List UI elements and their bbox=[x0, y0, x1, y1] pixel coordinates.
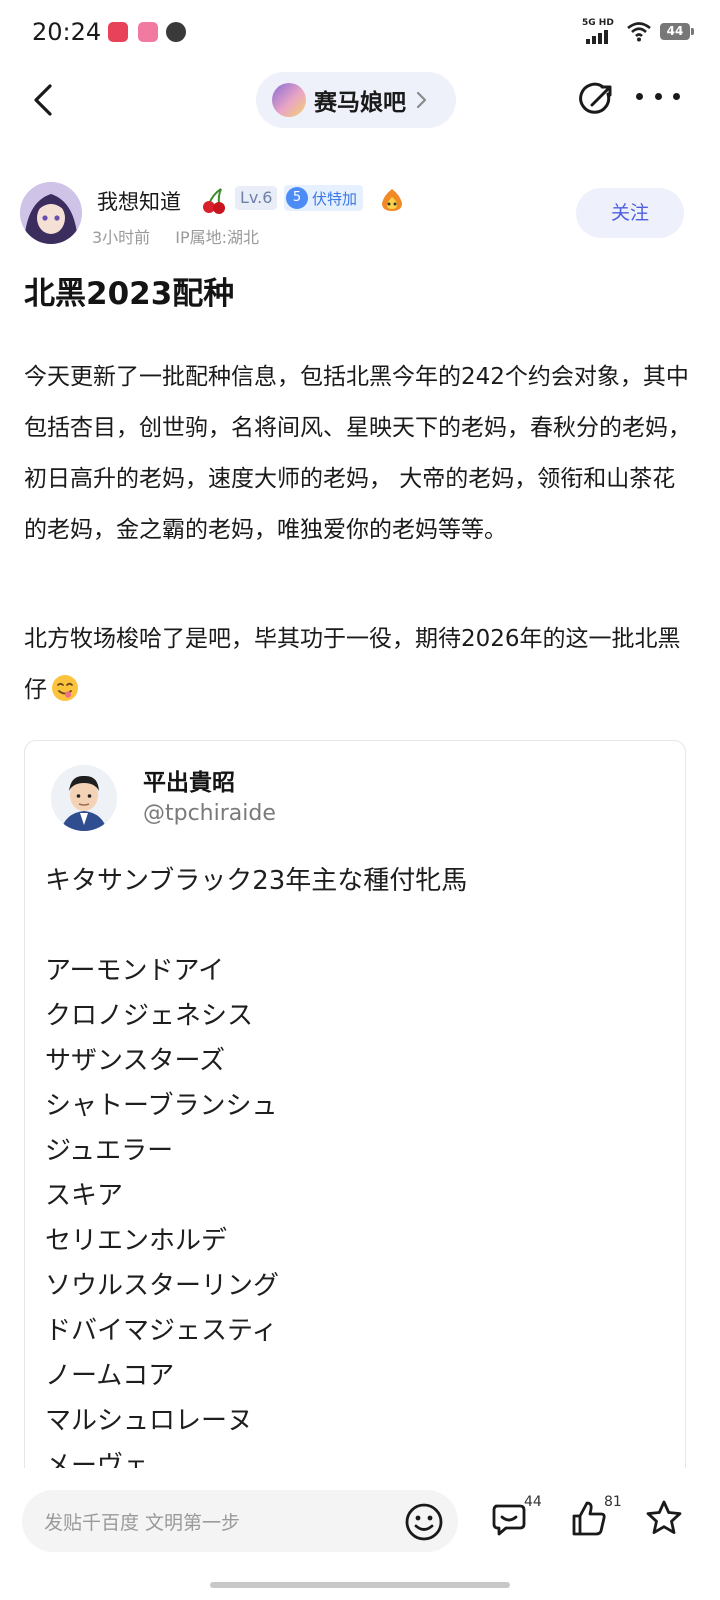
cherry-icon bbox=[203, 188, 225, 214]
tweet-heading: キタサンブラック23年主な種付牝馬 bbox=[45, 866, 468, 896]
member-level: 5 bbox=[286, 187, 308, 209]
edit-icon[interactable] bbox=[578, 81, 616, 119]
member-name: 伏特加 bbox=[312, 189, 358, 208]
tweet-mare-item: ソウルスターリング bbox=[45, 1271, 280, 1301]
post-paragraph: 今天更新了一批配种信息，包括北黑今年的242个约会对象，其中包括杏目，创世驹，名… bbox=[24, 364, 691, 543]
wifi-icon bbox=[627, 22, 651, 42]
reply-input-placeholder: 发贴千百度 文明第一步 bbox=[44, 1512, 241, 1534]
tweet-mare-item: ドバイマジェスティ bbox=[45, 1316, 278, 1346]
comment-count: 44 bbox=[524, 1494, 542, 1510]
post-time: 3小时前 bbox=[92, 228, 151, 247]
battery-icon: 44 bbox=[660, 22, 694, 40]
post-meta: 3小时前 IP属地:湖北 bbox=[92, 224, 279, 248]
app-notification-icon bbox=[138, 22, 158, 42]
tweet-mare-item: シャトーブランシュ bbox=[45, 1091, 278, 1121]
signal-icon: 5G HD bbox=[582, 18, 618, 44]
member-badge: 5 伏特加 bbox=[284, 185, 364, 211]
top-nav-bar: 赛马娘吧 bbox=[0, 70, 720, 130]
tweet-author-name: 平出貴昭 bbox=[143, 770, 235, 796]
tweet-mare-item: クロノジェネシス bbox=[45, 1001, 254, 1031]
forum-avatar bbox=[272, 83, 306, 117]
tweet-author-handle: @tpchiraide bbox=[143, 801, 276, 826]
author-avatar[interactable] bbox=[20, 182, 82, 244]
app-notification-icon bbox=[108, 22, 128, 42]
author-name[interactable]: 我想知道 bbox=[97, 186, 181, 216]
bottom-action-bar: 发贴千百度 文明第一步 44 81 bbox=[0, 1468, 720, 1600]
tweet-mare-item: アーモンドアイ bbox=[45, 956, 225, 986]
like-count: 81 bbox=[604, 1494, 622, 1510]
tweet-mare-item: ノームコア bbox=[45, 1361, 175, 1391]
savoring-emoji-icon bbox=[52, 675, 78, 701]
post-paragraph-text: 北方牧场梭哈了是吧，毕其功于一役，期待2026年的这一批北黑仔 bbox=[24, 626, 681, 703]
forum-name: 赛马娘吧 bbox=[314, 90, 406, 116]
fire-badge-icon bbox=[382, 189, 402, 211]
battery-level: 44 bbox=[666, 23, 684, 38]
tweet-mare-item: スキア bbox=[45, 1181, 124, 1211]
chevron-right-icon bbox=[416, 91, 427, 109]
comment-button[interactable]: 44 bbox=[490, 1494, 542, 1542]
follow-button[interactable]: 关注 bbox=[576, 188, 684, 238]
status-time: 20:24 bbox=[32, 18, 102, 46]
level-badge: Lv.6 bbox=[235, 186, 278, 210]
smile-emoji-icon[interactable] bbox=[404, 1502, 444, 1542]
quoted-tweet-card[interactable]: 平出貴昭 @tpchiraide キタサンブラック23年主な種付牝馬 アーモンド… bbox=[24, 740, 686, 1502]
tweet-author-avatar bbox=[51, 765, 117, 831]
star-icon bbox=[646, 1500, 682, 1534]
more-icon[interactable] bbox=[636, 93, 680, 105]
tweet-body: キタサンブラック23年主な種付牝馬 アーモンドアイ クロノジェネシス サザンスタ… bbox=[45, 859, 665, 1489]
back-arrow-icon[interactable] bbox=[26, 80, 66, 120]
post-paragraph: 北方牧场梭哈了是吧，毕其功于一役，期待2026年的这一批北黑仔 bbox=[24, 614, 696, 716]
ip-location: IP属地:湖北 bbox=[175, 228, 260, 247]
forum-entry-button[interactable]: 赛马娘吧 bbox=[256, 72, 456, 128]
favorite-button[interactable] bbox=[644, 1498, 688, 1542]
reply-input[interactable]: 发贴千百度 文明第一步 bbox=[22, 1490, 458, 1552]
like-button[interactable]: 81 bbox=[570, 1494, 622, 1542]
tweet-mare-item: マルシュロレーヌ bbox=[45, 1406, 254, 1436]
status-bar: 20:24 5G HD 44 bbox=[0, 0, 720, 62]
post-title: 北黑2023配种 bbox=[24, 276, 235, 312]
tweet-mare-item: サザンスターズ bbox=[45, 1046, 226, 1076]
network-label: 5G HD bbox=[582, 18, 614, 28]
tweet-mare-item: セリエンホルデ bbox=[45, 1226, 228, 1256]
app-notification-icon bbox=[166, 22, 186, 42]
tweet-mare-item: ジュエラー bbox=[45, 1136, 174, 1166]
home-indicator[interactable] bbox=[210, 1582, 510, 1588]
